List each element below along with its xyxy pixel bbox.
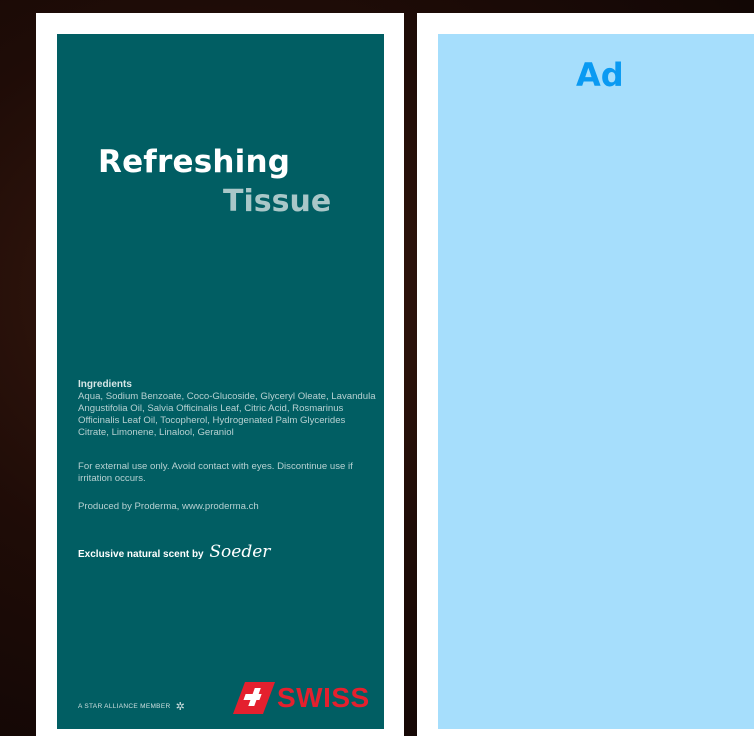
swiss-logo: SWISS — [233, 682, 369, 714]
swiss-flag-icon — [233, 682, 275, 714]
ingredients-text: Aqua, Sodium Benzoate, Coco-Glucoside, G… — [78, 391, 376, 438]
tissue-package: Refreshing Tissue Ingredients Aqua, Sodi… — [57, 34, 384, 729]
producer-text: Produced by Proderma, www.proderma.ch — [78, 501, 259, 512]
swiss-wordmark: SWISS — [277, 682, 370, 713]
warning-text: For external use only. Avoid contact wit… — [78, 461, 353, 484]
product-subtitle: Tissue — [223, 184, 332, 219]
star-alliance-mark: A STAR ALLIANCE MEMBER ✲ — [78, 700, 185, 713]
scent-line: Exclusive natural scent by Soeder — [78, 542, 270, 562]
ad-placeholder[interactable]: Ad — [438, 34, 754, 729]
star-alliance-icon: ✲ — [175, 701, 186, 713]
product-title: Refreshing — [98, 144, 291, 180]
tissue-card: Refreshing Tissue Ingredients Aqua, Sodi… — [36, 13, 404, 736]
scent-text: Exclusive natural scent by — [78, 549, 204, 560]
ingredients-heading: Ingredients — [78, 379, 132, 390]
star-alliance-text: A STAR ALLIANCE MEMBER — [78, 703, 171, 710]
ad-label: Ad — [576, 56, 624, 94]
scent-brand-logo: Soeder — [209, 542, 271, 562]
ingredients-block: Ingredients Aqua, Sodium Benzoate, Coco-… — [78, 379, 378, 439]
ad-card: Ad — [417, 13, 754, 736]
